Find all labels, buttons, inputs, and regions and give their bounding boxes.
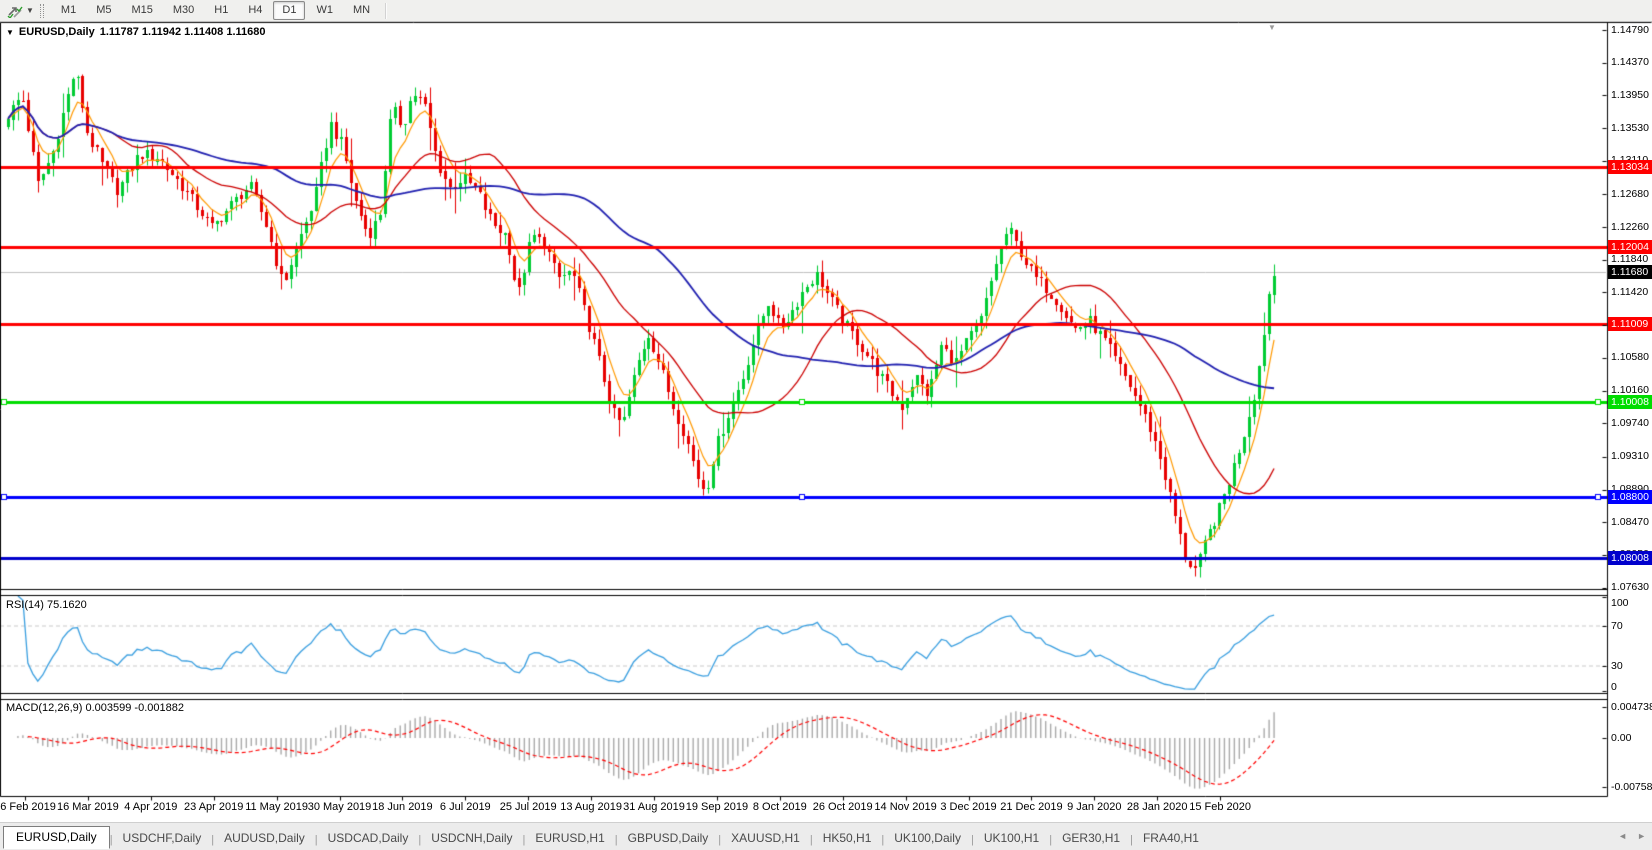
timeframe-button-h4[interactable]: H4 [239,1,271,20]
date-axis-label: 9 Jan 2020 [1067,801,1121,813]
price-axis-tick: 1.13950 [1611,89,1649,102]
chart-tab-bar: EURUSD,Daily|USDCHF,Daily|AUDUSD,Daily|U… [0,822,1652,850]
tab-eurusd-daily[interactable]: EURUSD,Daily [3,826,110,849]
timeframe-button-mn[interactable]: MN [344,1,379,20]
price-axis-tick: 1.13530 [1611,122,1649,135]
price-axis-tick: 1.11420 [1611,286,1648,299]
date-axis-label: 11 May 2019 [245,801,308,813]
price-axis-tick: 1.14370 [1611,56,1649,69]
date-axis-label: 26 Feb 2019 [0,801,56,813]
chart-tools-icon[interactable] [4,3,26,19]
date-axis-label: 19 Sep 2019 [686,801,748,813]
price-axis-tick: 1.14790 [1611,24,1649,37]
toolbar-grip[interactable] [40,4,44,18]
tab-gbpusd-daily[interactable]: GBPUSD,Daily [618,828,719,849]
chart-title-ohlc: 1.11787 1.11942 1.11408 1.11680 [100,26,266,38]
price-axis-tick: 1.09310 [1611,450,1649,463]
macd-axis-tick: 0.00 [1611,732,1631,745]
tab-eurusd-h1[interactable]: EURUSD,H1 [525,828,614,849]
tab-fra40-h1[interactable]: FRA40,H1 [1133,828,1209,849]
date-axis-label: 8 Oct 2019 [753,801,807,813]
price-axis-tick: 1.12260 [1611,221,1649,234]
timeframe-toolbar: M1M5M15M30H1H4D1W1MN [51,1,380,20]
date-axis-label: 25 Jul 2019 [500,801,557,813]
price-axis-tick: 1.10580 [1611,351,1649,364]
tab-scroll-right-icon[interactable]: ► [1637,831,1646,841]
rsi-axis-tick: 70 [1611,620,1623,633]
date-axis-label: 30 May 2019 [308,801,372,813]
chart-title-symbol: EURUSD,Daily [19,26,95,38]
chart-title: ▼ EURUSD,Daily 1.11787 1.11942 1.11408 1… [6,26,266,38]
date-axis-label: 4 Apr 2019 [124,801,177,813]
chart-collapse-icon[interactable]: ▼ [6,28,14,37]
rsi-axis-tick: 30 [1611,660,1623,673]
current-price-tag: 1.11680 [1608,265,1652,279]
timeframe-button-m1[interactable]: M1 [52,1,85,20]
mt4-terminal: { "toolbar":{ "timeframes":[ {"label":"M… [0,0,1652,849]
tab-usdchf-daily[interactable]: USDCHF,Daily [113,828,212,849]
date-axis-label: 14 Nov 2019 [874,801,936,813]
price-axis-tick: 1.09740 [1611,417,1649,430]
hline-price-tag: 1.10008 [1608,395,1652,409]
date-axis-label: 3 Dec 2019 [940,801,996,813]
date-axis-label: 18 Jun 2019 [372,801,433,813]
tab-xauusd-h1[interactable]: XAUUSD,H1 [721,828,810,849]
hline-price-tag: 1.11009 [1608,317,1652,331]
macd-axis-tick: 0.004738 [1611,701,1652,714]
chart-canvas[interactable] [0,0,1652,849]
price-axis-tick: 1.07630 [1611,581,1649,594]
macd-axis-tick: -0.007584 [1611,781,1652,794]
tab-hk50-h1[interactable]: HK50,H1 [813,828,882,849]
rsi-axis-tick: 100 [1611,597,1629,610]
date-axis-label: 26 Oct 2019 [813,801,873,813]
price-axis-tick: 1.12680 [1611,188,1649,201]
hline-price-tag: 1.08800 [1608,490,1652,504]
timeframe-button-m5[interactable]: M5 [87,1,120,20]
tab-audusd-daily[interactable]: AUDUSD,Daily [214,828,315,849]
date-axis-label: 15 Feb 2020 [1189,801,1251,813]
chart-tools-caret-icon[interactable]: ▼ [26,6,34,15]
date-axis-label: 16 Mar 2019 [57,801,119,813]
tab-scroll-left-icon[interactable]: ◄ [1618,831,1627,841]
date-axis-label: 13 Aug 2019 [560,801,622,813]
timeframe-button-m30[interactable]: M30 [164,1,203,20]
hline-price-tag: 1.13034 [1608,160,1652,174]
timeframe-button-w1[interactable]: W1 [307,1,342,20]
date-axis-label: 21 Dec 2019 [1000,801,1062,813]
date-axis-label: 6 Jul 2019 [440,801,491,813]
timeframe-button-m15[interactable]: M15 [122,1,161,20]
tab-uk100-h1[interactable]: UK100,H1 [974,828,1049,849]
date-axis-label: 23 Apr 2019 [184,801,243,813]
chart-shift-marker-icon[interactable]: ▼ [1268,23,1276,32]
tab-usdcad-daily[interactable]: USDCAD,Daily [318,828,419,849]
date-axis-label: 31 Aug 2019 [623,801,685,813]
rsi-indicator-label: RSI(14) 75.1620 [6,599,87,611]
tab-scroll-arrows: ◄ ► [1618,831,1646,841]
tab-uk100-daily[interactable]: UK100,Daily [884,828,971,849]
date-axis-label: 28 Jan 2020 [1127,801,1188,813]
toolbar: ▼ M1M5M15M30H1H4D1W1MN [0,0,1652,22]
timeframe-button-h1[interactable]: H1 [205,1,237,20]
rsi-axis-tick: 0 [1611,681,1617,694]
hline-price-tag: 1.12004 [1608,240,1652,254]
tab-ger30-h1[interactable]: GER30,H1 [1052,828,1130,849]
tab-usdcnh-daily[interactable]: USDCNH,Daily [421,828,522,849]
price-axis-tick: 1.08470 [1611,516,1649,529]
toolbar-separator [385,3,387,19]
timeframe-button-d1[interactable]: D1 [273,1,305,20]
hline-price-tag: 1.08008 [1608,551,1652,565]
macd-indicator-label: MACD(12,26,9) 0.003599 -0.001882 [6,702,184,714]
